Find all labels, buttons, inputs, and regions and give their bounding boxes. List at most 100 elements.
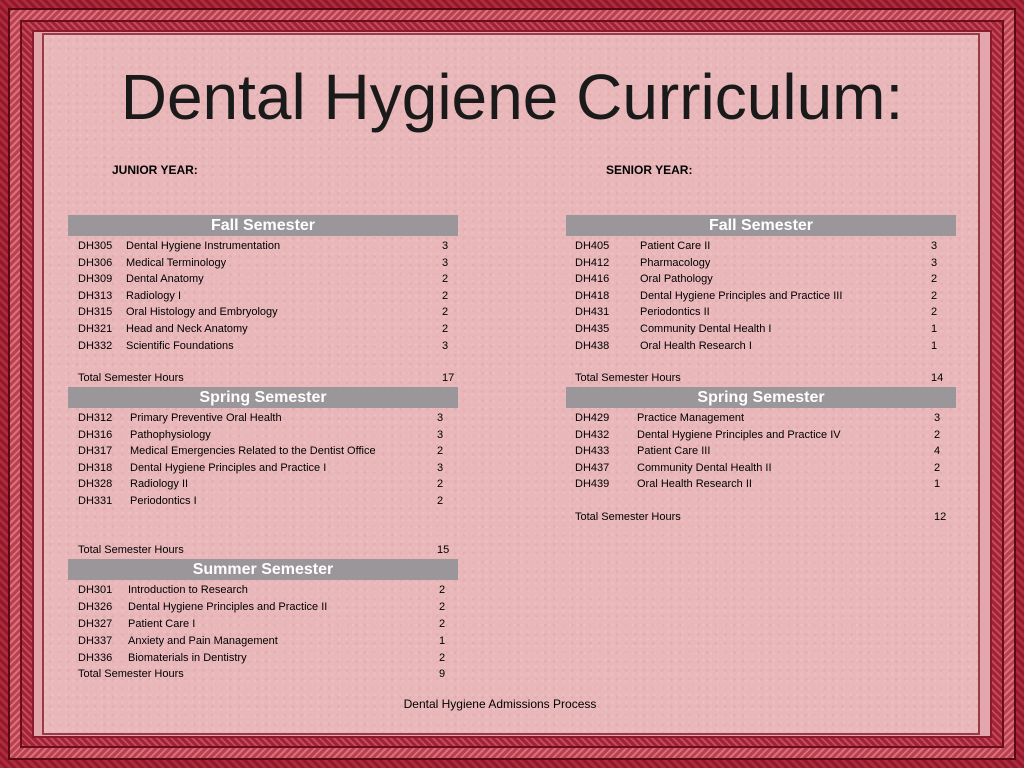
course-code: DH331: [78, 495, 113, 507]
course-code: DH416: [575, 273, 610, 286]
course-hours: 3: [437, 412, 444, 424]
course-name: Medical Terminology: [126, 256, 227, 269]
course-code: DH317: [78, 445, 113, 458]
total-hours-label: Total Semester Hours: [575, 511, 681, 523]
course-name: Biomaterials in Dentistry: [128, 651, 247, 664]
course-row: DH309 Dental Anatomy 2: [68, 272, 458, 286]
course-name: Dental Hygiene Principles and Practice I: [130, 461, 327, 474]
course-row: DH437 Community Dental Health II 2: [566, 461, 956, 475]
course-hours: 3: [931, 256, 938, 269]
course-name: Oral Health Research I: [640, 339, 752, 352]
total-hours-value: 12: [934, 511, 947, 523]
course-code: DH306: [78, 256, 113, 269]
total-hours-row: Total Semester Hours 17: [68, 371, 458, 385]
course-hours: 2: [439, 651, 446, 664]
course-row: DH412 Pharmacology 3: [566, 256, 956, 270]
course-row: DH336 Biomaterials in Dentistry 2: [68, 651, 458, 665]
course-hours: 3: [931, 240, 938, 252]
course-code: DH429: [575, 412, 610, 424]
course-row: DH439 Oral Health Research II 1: [566, 477, 956, 491]
course-name: Pathophysiology: [130, 428, 211, 441]
course-name: Oral Pathology: [640, 273, 713, 286]
course-hours: 3: [437, 461, 444, 474]
course-code: DH313: [78, 289, 113, 302]
course-code: DH305: [78, 240, 113, 252]
course-hours: 2: [934, 428, 941, 441]
course-code: DH332: [78, 339, 113, 352]
course-row: DH431 Periodontics II 2: [566, 305, 956, 319]
course-code: DH432: [575, 428, 610, 441]
course-hours: 1: [931, 323, 938, 335]
course-row: DH317 Medical Emergencies Related to the …: [68, 444, 458, 458]
course-name: Practice Management: [637, 412, 744, 424]
course-name: Introduction to Research: [128, 584, 248, 596]
course-row: DH315 Oral Histology and Embryology 2: [68, 305, 458, 319]
course-name: Medical Emergencies Related to the Denti…: [130, 445, 376, 458]
course-row: DH416 Oral Pathology 2: [566, 272, 956, 286]
total-hours-value: 14: [931, 372, 944, 384]
course-code: DH438: [575, 339, 610, 352]
course-name: Scientific Foundations: [126, 339, 234, 352]
junior-spring-header: Spring Semester: [68, 387, 458, 408]
course-code: DH435: [575, 323, 610, 335]
course-row: DH337 Anxiety and Pain Management 1: [68, 634, 458, 648]
total-hours-row: Total Semester Hours 12: [566, 510, 956, 524]
course-row: DH318 Dental Hygiene Principles and Pract…: [68, 461, 458, 475]
course-row: DH435 Community Dental Health I 1: [566, 322, 956, 336]
course-hours: 3: [442, 256, 449, 269]
course-name: Dental Hygiene Instrumentation: [126, 240, 281, 252]
footer-text: Dental Hygiene Admissions Process: [403, 697, 597, 711]
total-hours-label: Total Semester Hours: [78, 668, 184, 680]
course-name: Pharmacology: [640, 256, 711, 269]
course-name: Patient Care I: [128, 617, 196, 630]
course-hours: 2: [931, 273, 938, 286]
course-row: DH418 Dental Hygiene Principles and Pract…: [566, 289, 956, 303]
course-row: DH327 Patient Care I 2: [68, 617, 458, 631]
course-row: DH438 Oral Health Research I 1: [566, 339, 956, 353]
course-hours: 2: [931, 289, 938, 302]
total-hours-row: Total Semester Hours 9: [68, 667, 458, 681]
course-row: DH429 Practice Management 3: [566, 411, 956, 425]
senior-year-label: SENIOR YEAR:: [606, 163, 693, 177]
course-name: Periodontics II: [640, 306, 710, 319]
total-hours-label: Total Semester Hours: [575, 372, 681, 384]
course-row: DH313 Radiology I 2: [68, 289, 458, 303]
course-name: Primary Preventive Oral Health: [130, 412, 282, 424]
course-row: DH316 Pathophysiology 3: [68, 428, 458, 442]
course-hours: 4: [934, 445, 941, 458]
course-code: DH312: [78, 412, 113, 424]
course-row: DH332 Scientific Foundations 3: [68, 339, 458, 353]
course-code: DH309: [78, 273, 113, 286]
course-code: DH316: [78, 428, 113, 441]
course-hours: 2: [439, 584, 446, 596]
total-hours-label: Total Semester Hours: [78, 372, 184, 384]
course-name: Dental Hygiene Principles and Practice I…: [637, 428, 841, 441]
course-name: Head and Neck Anatomy: [126, 323, 248, 335]
junior-fall-header: Fall Semester: [68, 215, 458, 236]
course-hours: 3: [442, 240, 449, 252]
course-hours: 2: [442, 323, 449, 335]
course-hours: 2: [442, 306, 449, 319]
course-row: DH306 Medical Terminology 3: [68, 256, 458, 270]
course-name: Patient Care II: [640, 240, 711, 252]
course-hours: 1: [931, 339, 938, 352]
course-hours: 2: [439, 600, 446, 613]
course-code: DH315: [78, 306, 113, 319]
course-code: DH327: [78, 617, 113, 630]
course-hours: 1: [934, 478, 941, 491]
course-row: DH405 Patient Care II 3: [566, 239, 956, 253]
course-name: Dental Hygiene Principles and Practice I…: [640, 289, 843, 302]
course-code: DH301: [78, 584, 113, 596]
total-hours-row: Total Semester Hours 14: [566, 371, 956, 385]
course-hours: 2: [442, 289, 449, 302]
course-name: Radiology II: [130, 478, 189, 491]
junior-summer-header: Summer Semester: [68, 559, 458, 580]
course-row: DH328 Radiology II 2: [68, 477, 458, 491]
course-name: Anxiety and Pain Management: [128, 634, 278, 647]
total-hours-value: 15: [437, 544, 450, 556]
course-hours: 2: [439, 617, 446, 630]
course-name: Dental Anatomy: [126, 273, 204, 286]
course-code: DH433: [575, 445, 610, 458]
total-hours-label: Total Semester Hours: [78, 544, 184, 556]
course-name: Radiology I: [126, 289, 182, 302]
